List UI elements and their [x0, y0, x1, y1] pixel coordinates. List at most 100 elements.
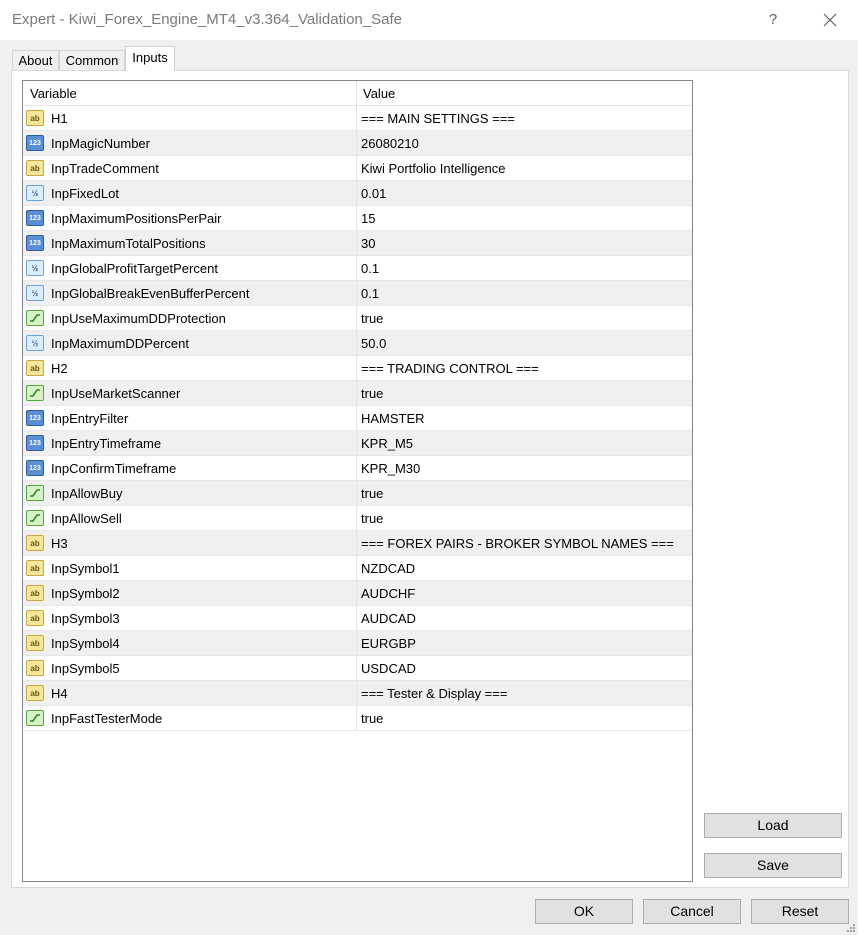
table-row[interactable]: ½ InpGlobalBreakEvenBufferPercent 0.1 [23, 281, 692, 306]
variable-value[interactable]: === Tester & Display === [361, 681, 507, 705]
variable-value[interactable]: 26080210 [361, 131, 419, 155]
variable-value[interactable]: USDCAD [361, 656, 416, 680]
integer-123-icon: 123 [26, 210, 44, 226]
table-row[interactable]: ab H4 === Tester & Display === [23, 681, 692, 706]
table-row[interactable]: ab InpSymbol4 EURGBP [23, 631, 692, 656]
variable-value[interactable]: KPR_M30 [361, 456, 420, 480]
column-divider [356, 681, 357, 705]
table-row[interactable]: InpUseMaximumDDProtection true [23, 306, 692, 331]
table-row[interactable]: 123 InpConfirmTimeframe KPR_M30 [23, 456, 692, 481]
variable-value[interactable]: === FOREX PAIRS - BROKER SYMBOL NAMES ==… [361, 531, 674, 555]
variable-value[interactable]: EURGBP [361, 631, 416, 655]
variable-value[interactable]: 15 [361, 206, 375, 230]
column-divider [356, 156, 357, 180]
integer-123-icon: 123 [26, 435, 44, 451]
reset-button[interactable]: Reset [751, 899, 849, 924]
tab-inputs[interactable]: Inputs [125, 46, 175, 71]
table-row[interactable]: ab InpSymbol1 NZDCAD [23, 556, 692, 581]
table-row[interactable]: ½ InpFixedLot 0.01 [23, 181, 692, 206]
double-half-icon: ½ [26, 260, 44, 276]
variable-value[interactable]: 0.1 [361, 256, 379, 280]
variable-value[interactable]: AUDCHF [361, 581, 415, 605]
double-half-icon: ½ [26, 185, 44, 201]
load-button[interactable]: Load [704, 813, 842, 838]
variable-value[interactable]: NZDCAD [361, 556, 415, 580]
column-divider [356, 481, 357, 505]
variable-value[interactable]: KPR_M5 [361, 431, 413, 455]
table-row[interactable]: 123 InpEntryTimeframe KPR_M5 [23, 431, 692, 456]
integer-123-icon: 123 [26, 135, 44, 151]
save-button[interactable]: Save [704, 853, 842, 878]
table-row[interactable]: ab H1 === MAIN SETTINGS === [23, 106, 692, 131]
variable-value[interactable]: === TRADING CONTROL === [361, 356, 539, 380]
variable-name: InpSymbol4 [51, 636, 120, 651]
table-row[interactable]: ab InpTradeComment Kiwi Portfolio Intellig… [23, 156, 692, 181]
cancel-button[interactable]: Cancel [643, 899, 741, 924]
variable-value[interactable]: true [361, 506, 383, 530]
variable-value[interactable]: true [361, 481, 383, 505]
table-row[interactable]: InpAllowBuy true [23, 481, 692, 506]
string-ab-icon: ab [26, 560, 44, 576]
column-divider [356, 281, 357, 305]
column-header-value[interactable]: Value [357, 81, 692, 105]
inputs-grid: Variable Value ab H1 === MAIN SETTINGS ===… [22, 80, 693, 882]
variable-value[interactable]: 30 [361, 231, 375, 255]
variable-value[interactable]: true [361, 381, 383, 405]
table-row[interactable]: ab InpSymbol3 AUDCAD [23, 606, 692, 631]
string-ab-icon: ab [26, 535, 44, 551]
variable-value[interactable]: === MAIN SETTINGS === [361, 106, 515, 130]
column-divider [356, 256, 357, 280]
integer-123-icon: 123 [26, 460, 44, 476]
string-ab-icon: ab [26, 660, 44, 676]
resize-grip-icon[interactable] [846, 923, 856, 933]
variable-name: InpFastTesterMode [51, 711, 163, 726]
variable-value[interactable]: true [361, 306, 383, 330]
variable-value[interactable]: Kiwi Portfolio Intelligence [361, 156, 506, 180]
help-button[interactable]: ? [758, 6, 788, 34]
variable-name: InpSymbol3 [51, 611, 120, 626]
string-ab-icon: ab [26, 635, 44, 651]
column-divider [356, 431, 357, 455]
boolean-toggle-icon [26, 510, 44, 526]
table-row[interactable]: 123 InpMagicNumber 26080210 [23, 131, 692, 156]
column-header-variable[interactable]: Variable [23, 81, 357, 105]
tab-about[interactable]: About [12, 50, 59, 70]
string-ab-icon: ab [26, 160, 44, 176]
table-row[interactable]: ab H2 === TRADING CONTROL === [23, 356, 692, 381]
tab-common[interactable]: Common [59, 50, 125, 70]
table-row[interactable]: ½ InpMaximumDDPercent 50.0 [23, 331, 692, 356]
variable-value[interactable]: 50.0 [361, 331, 386, 355]
variable-name: InpUseMarketScanner [51, 386, 181, 401]
table-row[interactable]: InpUseMarketScanner true [23, 381, 692, 406]
column-divider [356, 581, 357, 605]
variable-name: InpMaximumPositionsPerPair [51, 211, 222, 226]
table-row[interactable]: ab InpSymbol5 USDCAD [23, 656, 692, 681]
table-row[interactable]: 123 InpEntryFilter HAMSTER [23, 406, 692, 431]
table-row[interactable]: ½ InpGlobalProfitTargetPercent 0.1 [23, 256, 692, 281]
ok-button[interactable]: OK [535, 899, 633, 924]
variable-name: InpMagicNumber [51, 136, 150, 151]
grid-header: Variable Value [23, 81, 692, 106]
variable-value[interactable]: true [361, 706, 383, 730]
variable-name: H3 [51, 536, 68, 551]
table-row[interactable]: ab InpSymbol2 AUDCHF [23, 581, 692, 606]
column-divider [356, 231, 357, 255]
close-icon [823, 13, 837, 27]
string-ab-icon: ab [26, 360, 44, 376]
variable-name: InpSymbol1 [51, 561, 120, 576]
variable-name: H1 [51, 111, 68, 126]
column-divider [356, 406, 357, 430]
table-row[interactable]: InpAllowSell true [23, 506, 692, 531]
table-row[interactable]: 123 InpMaximumPositionsPerPair 15 [23, 206, 692, 231]
table-row[interactable]: 123 InpMaximumTotalPositions 30 [23, 231, 692, 256]
close-button[interactable] [815, 6, 845, 34]
variable-value[interactable]: 0.1 [361, 281, 379, 305]
variable-name: InpGlobalBreakEvenBufferPercent [51, 286, 250, 301]
variable-value[interactable]: HAMSTER [361, 406, 425, 430]
variable-value[interactable]: 0.01 [361, 181, 386, 205]
variable-name: InpUseMaximumDDProtection [51, 311, 226, 326]
table-row[interactable]: ab H3 === FOREX PAIRS - BROKER SYMBOL NAME… [23, 531, 692, 556]
column-divider [356, 656, 357, 680]
table-row[interactable]: InpFastTesterMode true [23, 706, 692, 731]
variable-value[interactable]: AUDCAD [361, 606, 416, 630]
